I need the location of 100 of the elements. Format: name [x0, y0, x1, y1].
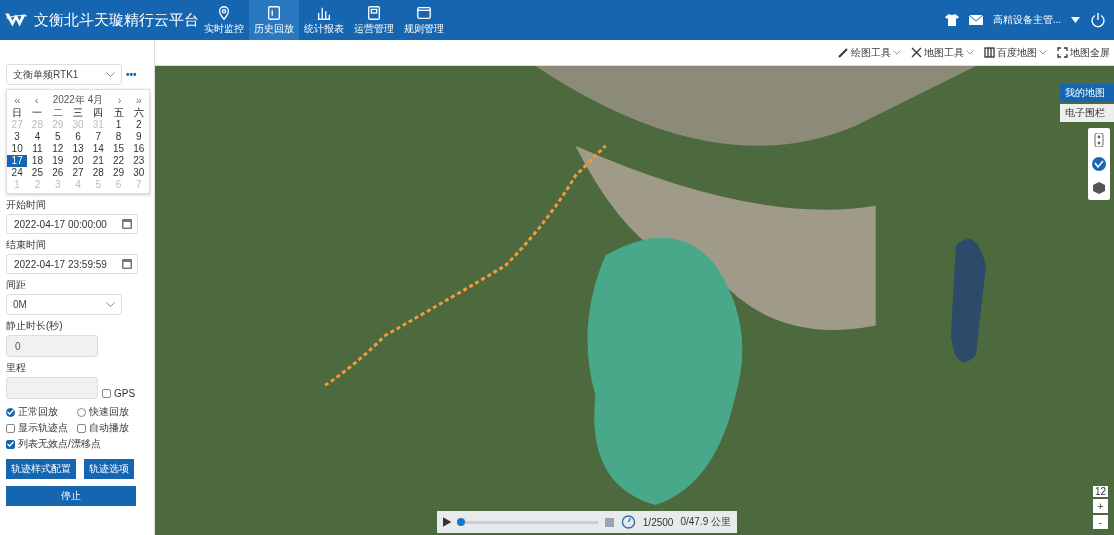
pencil-icon[interactable] — [838, 47, 849, 58]
user-menu[interactable]: 高精设备主管... — [992, 13, 1061, 27]
play-icon[interactable] — [443, 517, 452, 527]
speed-text: 1/2500 — [642, 516, 674, 528]
weekday-label: 三 — [72, 107, 84, 119]
option-label: 显示轨迹点 — [18, 421, 68, 435]
calendar-icon[interactable] — [122, 259, 132, 269]
calendar-day[interactable]: 2 — [128, 119, 149, 131]
calendar-day[interactable]: 3 — [7, 131, 28, 143]
calendar-day[interactable]: 24 — [7, 167, 28, 179]
calendar-day[interactable]: 10 — [7, 143, 28, 155]
shirt-icon[interactable] — [944, 14, 959, 26]
chevron-down-icon[interactable] — [966, 50, 974, 55]
calendar-day[interactable]: 19 — [47, 155, 68, 167]
chevron-down-icon[interactable] — [893, 50, 901, 55]
calendar-day[interactable]: 7 — [88, 131, 109, 143]
prev-month-button[interactable]: ‹ — [34, 93, 39, 106]
calendar-day[interactable]: 11 — [27, 143, 48, 155]
power-icon[interactable] — [1090, 12, 1106, 28]
gps-checkbox[interactable] — [102, 389, 111, 398]
next-year-button[interactable]: » — [135, 93, 142, 106]
fullscreen-icon[interactable] — [1057, 47, 1068, 58]
calendar-day[interactable]: 25 — [27, 167, 48, 179]
field-label: 里程 — [6, 361, 27, 375]
checkbox[interactable] — [6, 439, 15, 449]
calendar-day[interactable]: 12 — [47, 143, 68, 155]
calendar-day[interactable]: 27 — [67, 167, 89, 179]
calendar-title: 2022年 4月 — [52, 92, 104, 107]
calendar-day[interactable]: 1 — [108, 119, 129, 131]
calendar-day[interactable]: 23 — [128, 155, 149, 167]
calendar-day[interactable]: 8 — [108, 131, 129, 143]
layer-tab[interactable]: 我的地图 — [1060, 84, 1114, 102]
map-tool-button[interactable]: 百度地图 — [984, 45, 1047, 60]
field-label: 静止时长(秒) — [6, 319, 64, 333]
track-button[interactable]: 轨迹选项 — [84, 459, 134, 479]
speed-dial-icon[interactable] — [620, 514, 636, 530]
map-icon[interactable] — [984, 47, 995, 58]
calendar-day[interactable]: 13 — [67, 143, 89, 155]
calendar-day[interactable]: 6 — [67, 131, 89, 143]
option-label: 列表无效点/漂移点 — [18, 437, 101, 451]
app-title: 文衡北斗天璇精行云平台 — [34, 10, 199, 30]
nav-tab[interactable]: 规则管理 — [399, 0, 449, 40]
option-label: 自动播放 — [89, 421, 129, 435]
map-tool-button[interactable]: 地图工具 — [911, 45, 974, 60]
traffic-light-icon[interactable] — [1092, 133, 1106, 147]
map-tool-button[interactable]: 绘图工具 — [838, 45, 901, 60]
calendar-day[interactable]: 26 — [47, 167, 68, 179]
nav-tab[interactable]: 运营管理 — [349, 0, 399, 40]
prev-year-button[interactable]: « — [14, 93, 21, 106]
panel-icon[interactable] — [266, 4, 282, 21]
window-icon[interactable] — [416, 4, 432, 21]
calendar-day[interactable]: 30 — [128, 167, 149, 179]
next-month-button[interactable]: › — [117, 93, 122, 106]
more-button[interactable]: ••• — [126, 69, 137, 80]
option-label: 快速回放 — [89, 405, 129, 419]
calendar-day[interactable]: 21 — [88, 155, 109, 167]
stop-duration-field[interactable]: 0 — [6, 335, 98, 357]
interval-select[interactable]: 0M — [6, 294, 122, 315]
calendar-day[interactable]: 18 — [27, 155, 48, 167]
mileage-field[interactable] — [6, 377, 98, 399]
calendar-day[interactable]: 20 — [67, 155, 89, 167]
calendar-day[interactable]: 4 — [27, 131, 48, 143]
weekday-label: 二 — [51, 107, 64, 119]
location-pin-icon[interactable] — [216, 4, 232, 21]
field-label: 结束时间 — [6, 238, 47, 252]
weekday-label: 六 — [132, 107, 145, 119]
calendar-day[interactable]: 15 — [108, 143, 129, 155]
caret-icon[interactable] — [1071, 17, 1080, 23]
calendar-day[interactable]: 17 — [7, 155, 28, 167]
radio-button[interactable] — [6, 407, 15, 417]
calendar-day[interactable]: 16 — [128, 143, 149, 155]
calendar-icon[interactable] — [122, 219, 132, 229]
calendar-day[interactable]: 14 — [88, 143, 109, 155]
cube-icon[interactable] — [1092, 181, 1106, 195]
stop-button[interactable]: 停止 — [6, 486, 136, 506]
calendar-day[interactable]: 9 — [128, 131, 149, 143]
field-label: 间距 — [6, 278, 27, 292]
option-label: GPS — [114, 388, 136, 399]
map-tool-button[interactable]: 地图全屏 — [1057, 45, 1110, 60]
mail-icon[interactable] — [968, 15, 983, 25]
checkbox[interactable] — [77, 423, 86, 433]
start-time-field[interactable]: 2022-04-17 00:00:00 — [6, 214, 138, 234]
end-time-field[interactable]: 2022-04-17 23:59:59 — [6, 254, 138, 274]
distance-text: 0/47.9 公里 — [680, 515, 731, 529]
checkbox[interactable] — [6, 423, 15, 433]
calendar-day[interactable]: 5 — [47, 131, 68, 143]
calendar-day[interactable]: 22 — [108, 155, 129, 167]
nav-tab[interactable]: 统计报表 — [299, 0, 349, 40]
chevron-down-icon[interactable] — [1039, 50, 1047, 55]
chevron-down-icon[interactable] — [106, 302, 115, 307]
nav-tab[interactable]: 实时监控 — [199, 0, 249, 40]
notebook-icon[interactable] — [366, 4, 382, 21]
chevron-down-icon[interactable] — [106, 72, 115, 77]
weekday-label: 四 — [92, 107, 105, 119]
track-button[interactable]: 轨迹样式配置 — [6, 459, 76, 479]
nav-tab[interactable]: 历史回放 — [249, 0, 299, 40]
device-select[interactable]: 文衡单频RTK1 — [6, 64, 122, 85]
layer-tab[interactable]: 电子围栏 — [1060, 104, 1114, 122]
calendar-day[interactable]: 28 — [88, 167, 109, 179]
calendar-day[interactable]: 29 — [108, 167, 129, 179]
